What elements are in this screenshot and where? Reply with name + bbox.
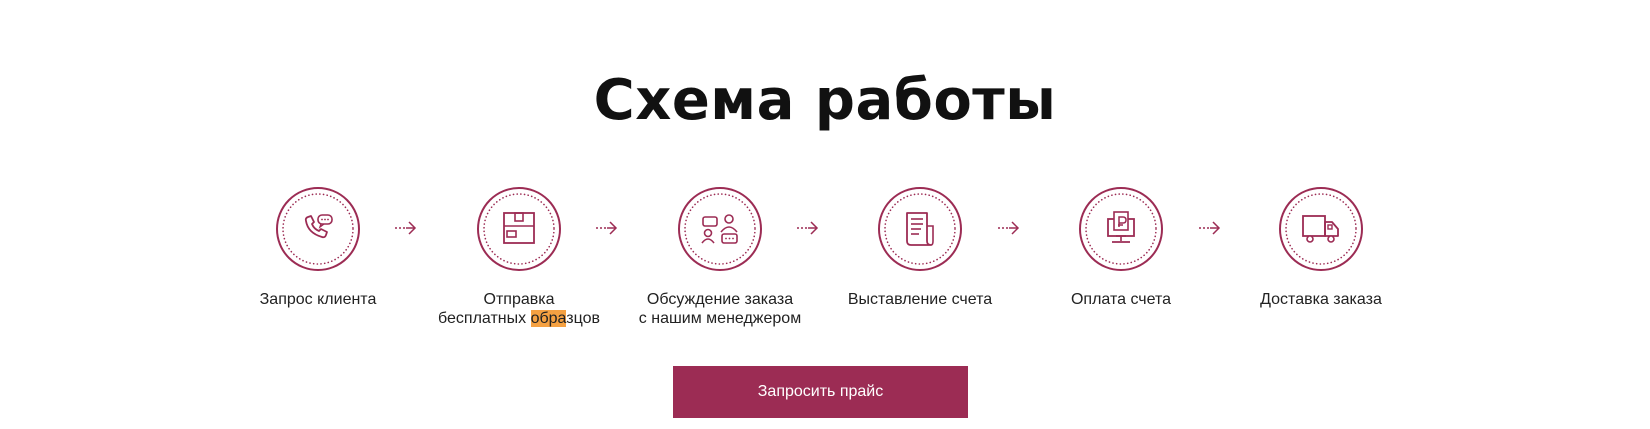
arrow-right-icon xyxy=(998,221,1020,235)
step-invoicing: Выставление счета xyxy=(820,186,1020,309)
search-highlight: обра xyxy=(530,310,567,327)
step-order-discussion: Обсуждение заказа с нашим менеджером xyxy=(620,186,820,328)
steps-row: Запрос клиента Отправка бесплатных образ… xyxy=(0,0,1650,340)
box-icon xyxy=(477,187,561,271)
payment-terminal-icon xyxy=(1079,187,1163,271)
arrow-right-icon xyxy=(596,221,618,235)
arrow-right-icon xyxy=(797,221,819,235)
step-free-samples: Отправка бесплатных образцов xyxy=(419,186,619,328)
work-scheme-section: Схема работы Запрос клиента Отправка бес… xyxy=(0,0,1650,429)
phone-chat-icon xyxy=(276,187,360,271)
delivery-truck-icon xyxy=(1279,187,1363,271)
arrow-right-icon xyxy=(395,221,417,235)
step-delivery: Доставка заказа xyxy=(1221,186,1421,309)
step-label: Оплата счета xyxy=(1070,291,1172,308)
step-label: Выставление счета xyxy=(847,291,993,308)
step-label: Обсуждение заказа с нашим менеджером xyxy=(638,291,802,327)
step-label: Доставка заказа xyxy=(1260,291,1382,308)
step-payment: Оплата счета xyxy=(1021,186,1221,309)
arrow-right-icon xyxy=(1199,221,1221,235)
step-label: Отправка бесплатных образцов xyxy=(438,291,600,327)
request-price-button[interactable]: Запросить прайс xyxy=(673,366,968,418)
manager-meeting-icon xyxy=(678,187,762,271)
step-label: Запрос клиента xyxy=(259,291,377,308)
invoice-icon xyxy=(878,187,962,271)
step-client-request: Запрос клиента xyxy=(218,186,418,309)
